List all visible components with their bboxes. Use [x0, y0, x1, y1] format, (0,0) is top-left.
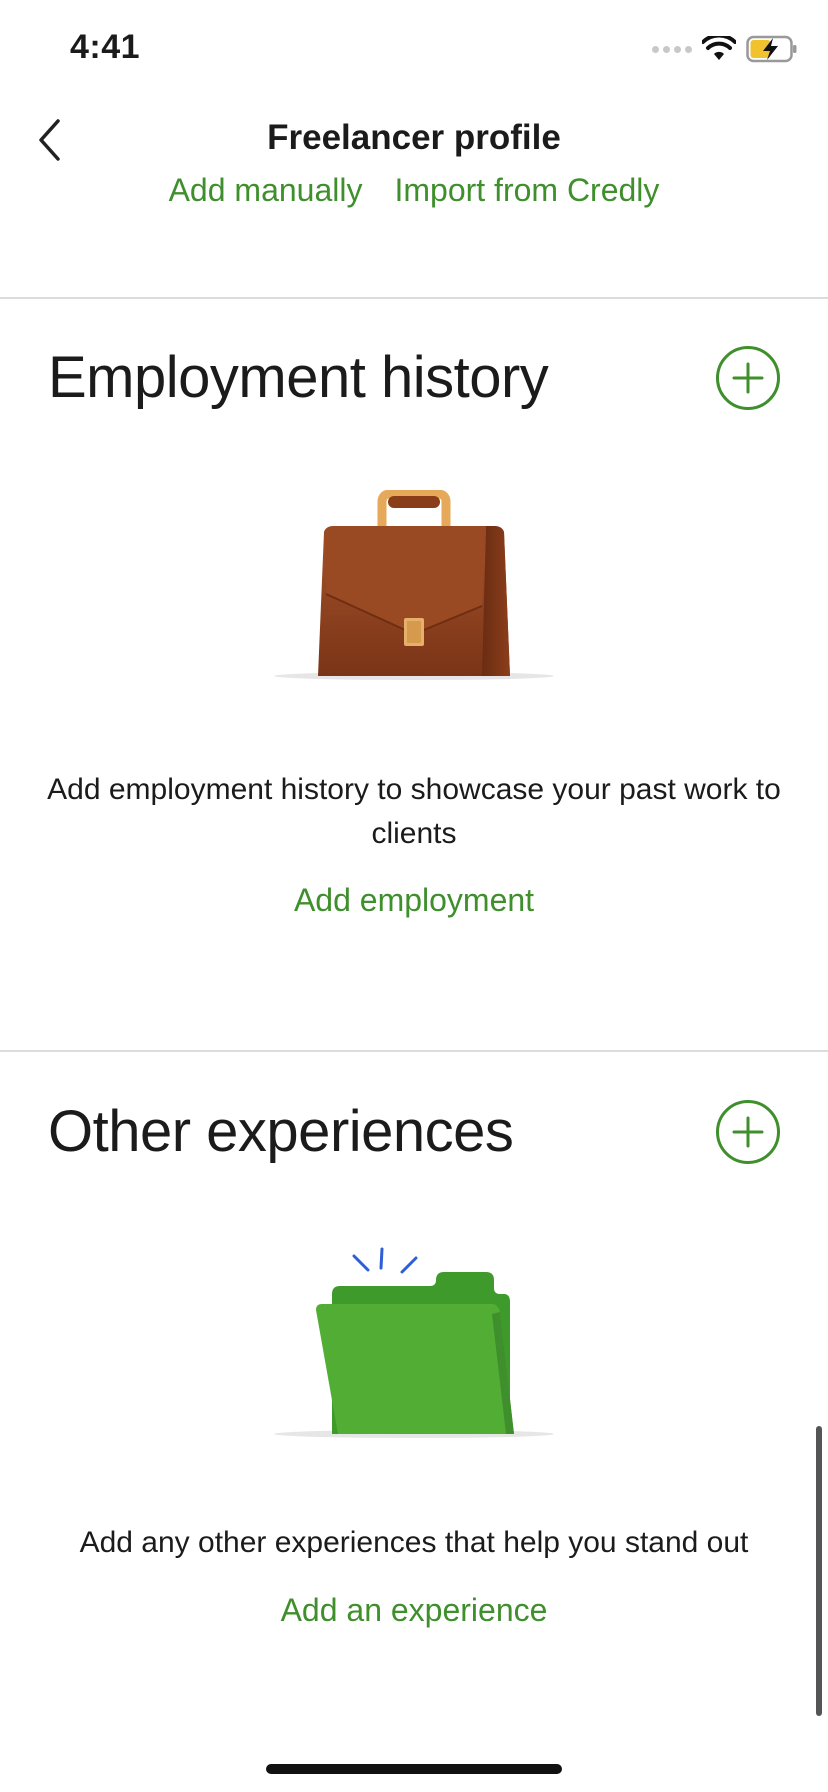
cellular-signal-icon — [652, 45, 692, 53]
folder-icon — [274, 1247, 554, 1438]
import-from-credly-link[interactable]: Import from Credly — [394, 172, 659, 209]
status-icons — [652, 34, 798, 64]
status-time: 4:41 — [70, 28, 141, 66]
page-title: Freelancer profile — [267, 118, 561, 157]
briefcase-icon — [274, 490, 554, 680]
scrollbar[interactable] — [816, 1426, 822, 1716]
add-an-experience-link[interactable]: Add an experience — [281, 1592, 548, 1628]
add-experience-plus-button[interactable] — [716, 1100, 780, 1164]
battery-charging-icon — [746, 35, 797, 63]
status-bar: 4:41 — [0, 0, 828, 100]
employment-history-title: Employment history — [48, 345, 549, 410]
header-links: Add manually Import from Credly — [0, 172, 828, 209]
section-divider — [0, 1050, 828, 1052]
plus-icon — [732, 362, 764, 394]
other-experiences-title: Other experiences — [48, 1099, 514, 1164]
plus-icon — [732, 1116, 764, 1148]
briefcase-illustration — [0, 490, 828, 680]
folder-illustration — [0, 1244, 828, 1438]
employment-description: Add employment history to showcase your … — [47, 773, 781, 850]
add-manually-link[interactable]: Add manually — [169, 172, 363, 209]
other-experiences-description: Add any other experiences that help you … — [79, 1526, 749, 1559]
home-indicator[interactable] — [266, 1764, 562, 1774]
add-employment-plus-button[interactable] — [716, 346, 780, 410]
add-employment-link[interactable]: Add employment — [294, 882, 534, 918]
section-divider — [0, 297, 828, 299]
wifi-icon — [702, 36, 736, 60]
